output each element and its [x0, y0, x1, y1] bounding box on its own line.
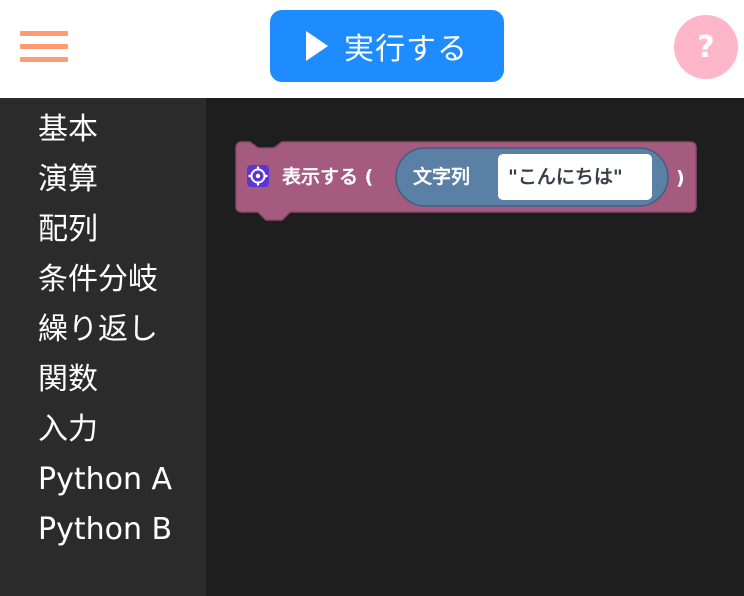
toolbox-category-python-a[interactable]: Python A [0, 455, 206, 505]
gear-icon [247, 165, 269, 187]
top-bar: 実行する ? [0, 0, 744, 98]
help-button[interactable]: ? [674, 15, 738, 79]
string-value-text: "こんにちは" [508, 166, 623, 188]
toolbox-category-conditionals[interactable]: 条件分岐 [0, 255, 206, 305]
toolbox-category-arrays[interactable]: 配列 [0, 205, 206, 255]
toolbox-category-loops[interactable]: 繰り返し [0, 305, 206, 355]
toolbox-category-python-b[interactable]: Python B [0, 505, 206, 555]
toolbox-category-functions[interactable]: 関数 [0, 355, 206, 405]
help-icon: ? [697, 29, 715, 65]
run-button[interactable]: 実行する [270, 10, 504, 82]
toolbox-category-basic[interactable]: 基本 [0, 105, 206, 155]
string-block-label: 文字列 [413, 165, 470, 188]
toolbox-category-input[interactable]: 入力 [0, 405, 206, 455]
run-button-label: 実行する [344, 32, 468, 67]
workspace-canvas: 表示する ( 文字列 "こんにちは" ) [235, 141, 697, 221]
toolbox-category-operators[interactable]: 演算 [0, 155, 206, 205]
print-block-close-paren: ) [676, 167, 685, 189]
play-icon [306, 31, 328, 61]
toolbox-sidebar: 基本 演算 配列 条件分岐 繰り返し 関数 入力 Python A Python… [0, 98, 206, 596]
block-workspace[interactable]: 表示する ( 文字列 "こんにちは" ) [206, 98, 744, 596]
print-block[interactable]: 表示する ( 文字列 "こんにちは" ) [235, 141, 697, 221]
string-block[interactable]: 文字列 "こんにちは" [395, 147, 669, 207]
print-block-label: 表示する ( [282, 165, 373, 188]
hamburger-menu-icon[interactable] [20, 31, 68, 63]
